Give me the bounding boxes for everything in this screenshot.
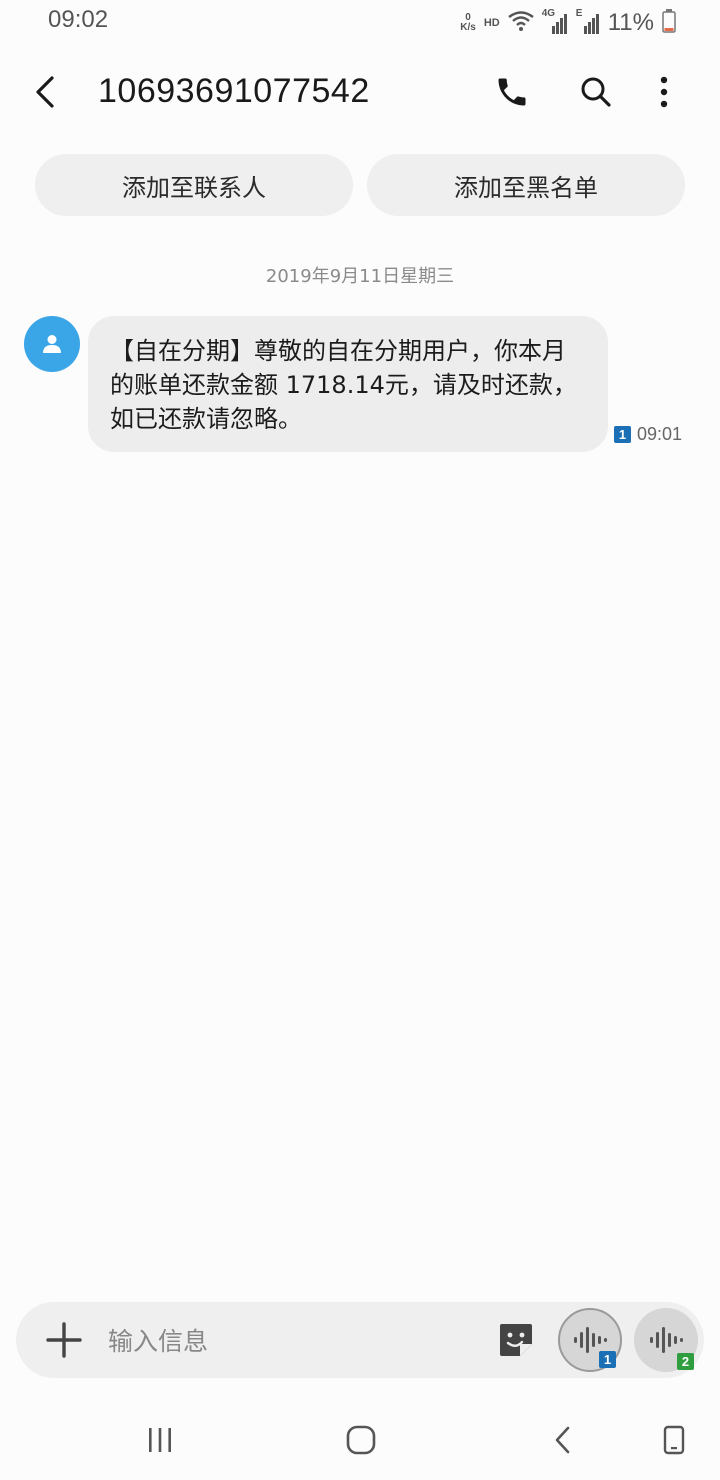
more-options-button[interactable]	[640, 68, 688, 116]
wifi-icon	[508, 11, 534, 35]
message-composer: 1 2	[16, 1302, 704, 1378]
recent-apps-button[interactable]	[140, 1420, 180, 1460]
search-icon	[581, 77, 611, 107]
navigation-bar	[0, 1400, 720, 1480]
voice-sim2-button[interactable]: 2	[634, 1308, 698, 1372]
home-button[interactable]	[341, 1420, 381, 1460]
sim-badge: 1	[614, 426, 631, 443]
net-speed: 0 K/s	[460, 12, 476, 33]
recents-icon	[149, 1428, 171, 1452]
add-to-blocklist-button[interactable]: 添加至黑名单	[367, 154, 685, 216]
status-bar: 09:02 0 K/s HD 4G E 11%	[0, 0, 720, 46]
person-icon	[43, 335, 61, 353]
back-arrow-icon	[36, 76, 54, 108]
home-icon	[346, 1425, 376, 1455]
sim1-badge: 1	[599, 1351, 616, 1368]
message-input[interactable]	[106, 1316, 470, 1366]
signal-e-icon: E	[576, 8, 600, 36]
message-meta: 1 09:01	[614, 424, 682, 445]
back-button[interactable]	[22, 68, 70, 116]
date-divider: 2019年9月11日星期三	[265, 266, 455, 287]
sticker-button[interactable]	[496, 1320, 536, 1360]
sim2-badge: 2	[677, 1353, 694, 1370]
app-bar: 10693691077542	[0, 50, 720, 136]
hd-indicator: HD	[483, 17, 500, 29]
sticker-icon	[500, 1324, 532, 1356]
nav-back-button[interactable]	[543, 1420, 583, 1460]
battery-percent: 11%	[607, 9, 654, 36]
sender-avatar[interactable]	[24, 316, 80, 372]
message-time: 09:01	[637, 424, 683, 444]
battery-icon	[662, 9, 676, 37]
search-button[interactable]	[572, 68, 620, 116]
voice-wave-icon	[650, 1327, 683, 1353]
phone-icon	[498, 78, 526, 106]
message-bubble[interactable]: 【自在分期】尊敬的自在分期用户，你本月的账单还款金额 1718.14元，请及时还…	[88, 316, 608, 452]
keyboard-toggle-button[interactable]	[654, 1420, 694, 1460]
status-indicators: 0 K/s HD 4G E 11%	[460, 6, 676, 40]
plus-icon	[46, 1322, 82, 1358]
more-vert-icon	[660, 76, 668, 108]
status-time: 09:02	[48, 6, 109, 33]
attach-button[interactable]	[42, 1318, 86, 1362]
voice-sim1-button[interactable]: 1	[558, 1308, 622, 1372]
conversation-title: 10693691077542	[98, 72, 370, 110]
add-to-contacts-button[interactable]: 添加至联系人	[35, 154, 353, 216]
phone-outline-icon	[663, 1425, 685, 1455]
signal-4g-icon: 4G	[542, 8, 568, 36]
nav-back-icon	[555, 1426, 570, 1454]
call-button[interactable]	[488, 68, 536, 116]
